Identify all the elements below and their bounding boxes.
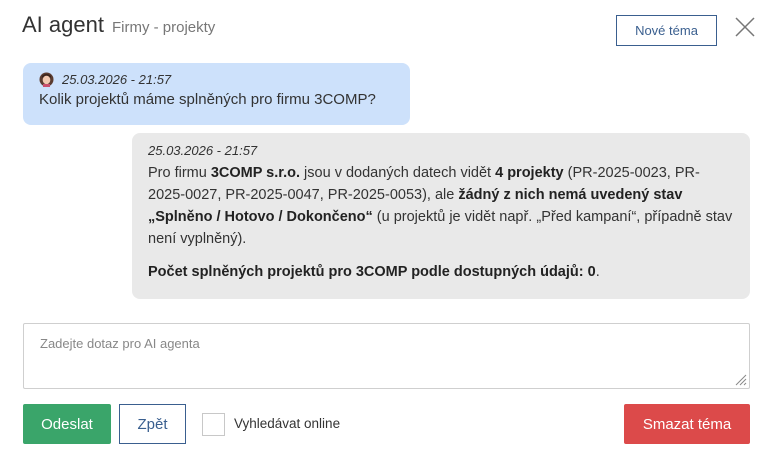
user-avatar-icon xyxy=(39,72,54,87)
delete-topic-button[interactable]: Smazat téma xyxy=(624,404,750,444)
user-message-meta: 25.03.2026 - 21:57 xyxy=(39,72,394,87)
close-icon xyxy=(735,17,755,37)
resize-handle-icon[interactable] xyxy=(735,374,747,386)
query-input-box xyxy=(23,323,750,389)
new-topic-button[interactable]: Nové téma xyxy=(616,15,717,46)
agent-bold-segment: 3COMP s.r.o. xyxy=(210,165,301,181)
user-message-timestamp: 25.03.2026 - 21:57 xyxy=(62,72,172,87)
user-message-text: Kolik projektů máme splněných pro firmu … xyxy=(39,91,376,108)
page-subtitle: Firmy - projekty xyxy=(111,19,216,36)
page-title: AI agent xyxy=(22,12,104,37)
search-online-checkbox[interactable] xyxy=(202,413,225,436)
agent-text-segment: Pro firmu xyxy=(148,165,211,181)
agent-bold-segment: Počet splněných projektů pro 3COMP podle… xyxy=(148,264,596,280)
search-online-label[interactable]: Vyhledávat online xyxy=(234,416,340,431)
agent-text-segment: . xyxy=(595,264,600,280)
agent-message-timestamp: 25.03.2026 - 21:57 xyxy=(148,143,258,158)
agent-message-paragraph: Pro firmu 3COMP s.r.o. jsou v dodaných d… xyxy=(148,162,734,250)
agent-bold-segment: 4 projekty xyxy=(495,165,564,181)
back-button[interactable]: Zpět xyxy=(119,404,186,444)
agent-text-segment: jsou v dodaných datech vidět xyxy=(300,165,496,181)
send-button[interactable]: Odeslat xyxy=(23,404,111,444)
user-message: 25.03.2026 - 21:57 Kolik projektů máme s… xyxy=(23,63,410,125)
query-input[interactable] xyxy=(40,336,733,376)
agent-message-summary: Počet splněných projektů pro 3COMP podle… xyxy=(148,261,734,283)
agent-message-meta: 25.03.2026 - 21:57 xyxy=(148,143,734,158)
agent-message: 25.03.2026 - 21:57 Pro firmu 3COMP s.r.o… xyxy=(132,133,750,299)
page-header: AI agent Firmy - projekty xyxy=(22,12,215,46)
close-button[interactable] xyxy=(734,16,756,38)
